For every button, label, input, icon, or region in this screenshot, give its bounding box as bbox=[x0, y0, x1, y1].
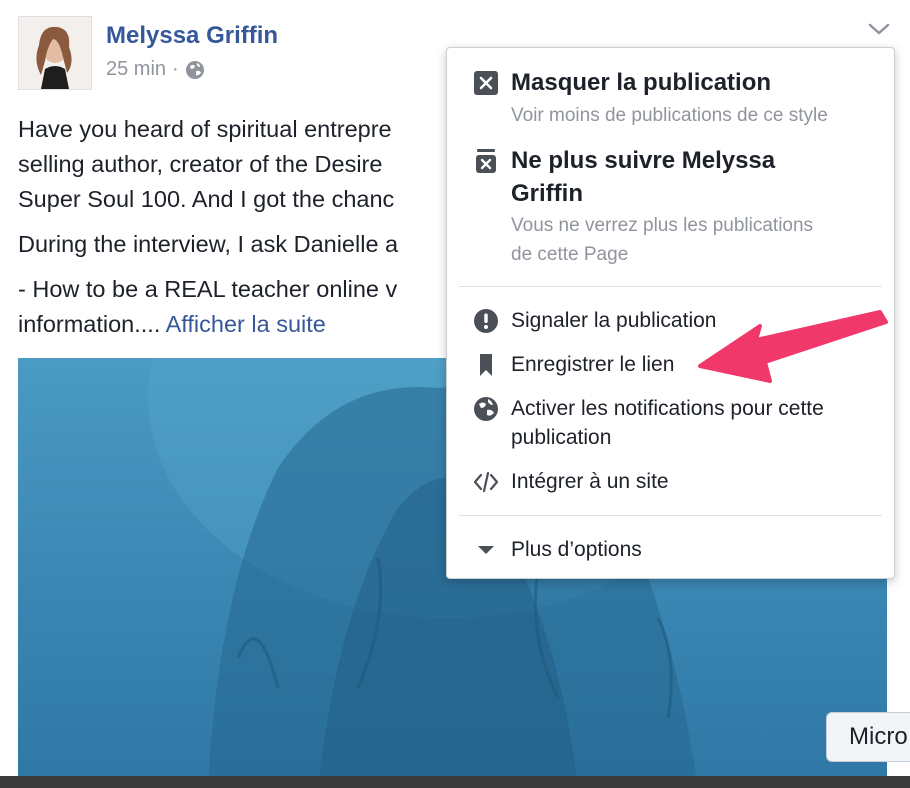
globe-icon bbox=[185, 60, 205, 80]
screen-bottom-bar bbox=[0, 776, 910, 788]
menu-item-more-options[interactable]: Plus d’options bbox=[447, 535, 894, 565]
menu-item-label: Intégrer à un site bbox=[511, 470, 669, 493]
menu-item-label: Plus d’options bbox=[511, 538, 642, 561]
meta-separator: · bbox=[172, 58, 179, 80]
chevron-down-icon[interactable] bbox=[866, 20, 892, 38]
menu-divider bbox=[459, 286, 882, 287]
globe-notification-icon bbox=[473, 396, 499, 422]
post-time[interactable]: 25 min bbox=[106, 58, 166, 81]
menu-item-label: publication bbox=[511, 426, 612, 449]
code-icon bbox=[473, 469, 499, 495]
menu-item-hide-post[interactable]: Masquer la publication Voir moins de pub… bbox=[447, 66, 894, 128]
menu-item-save-link[interactable]: Enregistrer le lien bbox=[447, 350, 894, 380]
menu-item-title: Griffin bbox=[511, 180, 583, 207]
avatar[interactable] bbox=[18, 16, 92, 90]
menu-item-unfollow[interactable]: Ne plus suivre Melyssa Griffin Vous ne v… bbox=[447, 144, 894, 272]
exclamation-icon bbox=[473, 308, 499, 334]
post-text-line: information.... bbox=[18, 311, 161, 337]
triangle-down-icon bbox=[473, 537, 499, 563]
menu-item-label: Signaler la publication bbox=[511, 309, 717, 332]
menu-item-subtitle: de cette Page bbox=[511, 244, 629, 265]
menu-item-title: Ne plus suivre Melyssa bbox=[511, 147, 776, 174]
post-meta: 25 min · bbox=[106, 58, 205, 81]
author-name[interactable]: Melyssa Griffin bbox=[106, 22, 278, 50]
micro-popup-button[interactable]: Micro bbox=[826, 712, 910, 762]
menu-item-notifications[interactable]: Activer les notifications pour cette pub… bbox=[447, 394, 894, 454]
menu-item-subtitle: Voir moins de publications de ce style bbox=[511, 105, 828, 126]
unfollow-icon bbox=[473, 148, 499, 174]
menu-item-subtitle: Vous ne verrez plus les publications bbox=[511, 215, 814, 236]
menu-item-report[interactable]: Signaler la publication bbox=[447, 306, 894, 336]
menu-item-label: Enregistrer le lien bbox=[511, 353, 675, 376]
post-options-menu: Masquer la publication Voir moins de pub… bbox=[446, 47, 895, 579]
menu-item-label: Activer les notifications pour cette bbox=[511, 397, 824, 420]
menu-item-embed[interactable]: Intégrer à un site bbox=[447, 467, 894, 497]
see-more-link[interactable]: Afficher la suite bbox=[166, 311, 326, 337]
menu-item-title: Masquer la publication bbox=[511, 69, 772, 96]
bookmark-icon bbox=[473, 352, 499, 378]
menu-divider bbox=[459, 515, 882, 516]
close-box-icon bbox=[473, 70, 499, 96]
